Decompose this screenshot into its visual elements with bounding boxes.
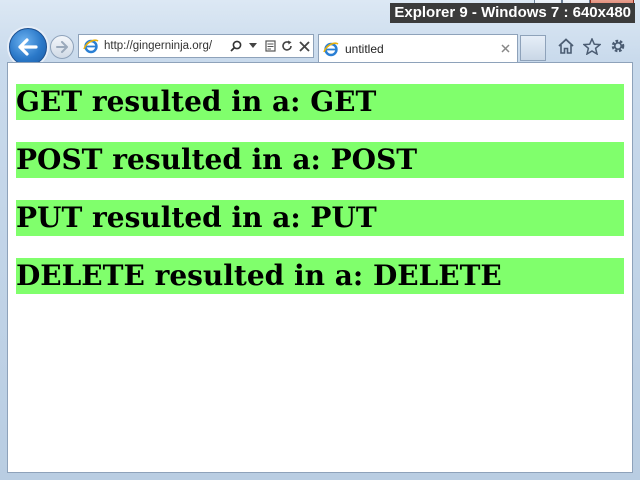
result-line-delete: DELETE resulted in a: DELETE <box>16 258 624 294</box>
address-url[interactable]: http://gingerninja.org/ <box>104 40 226 52</box>
back-button[interactable] <box>9 28 47 66</box>
tab-close-button[interactable] <box>497 41 513 57</box>
search-icon <box>230 40 242 52</box>
browser-toolbar: Explorer 9 - Windows 7 : 640x480 http://… <box>0 0 640 66</box>
address-bar[interactable]: http://gingerninja.org/ <box>78 34 314 58</box>
compatibility-view-button[interactable] <box>263 38 277 54</box>
environment-label: Explorer 9 - Windows 7 : 640x480 <box>390 3 635 23</box>
result-line-put: PUT resulted in a: PUT <box>16 200 624 236</box>
address-dropdown-button[interactable] <box>246 38 260 54</box>
page-content: GET resulted in a: GET POST resulted in … <box>7 62 633 473</box>
browser-window: Explorer 9 - Windows 7 : 640x480 http://… <box>0 0 640 480</box>
tools-button[interactable] <box>608 36 628 56</box>
refresh-icon <box>282 40 292 51</box>
refresh-button[interactable] <box>280 38 294 54</box>
result-line-post: POST resulted in a: POST <box>16 142 624 178</box>
search-button[interactable] <box>229 38 243 54</box>
address-bar-tools <box>229 38 311 54</box>
new-tab-button[interactable] <box>520 35 546 61</box>
compatibility-view-icon <box>264 40 276 52</box>
tab-untitled[interactable]: untitled <box>318 34 518 62</box>
forward-arrow-icon <box>56 41 68 53</box>
forward-button[interactable] <box>50 35 74 59</box>
back-arrow-icon <box>18 38 38 56</box>
stop-button[interactable] <box>297 38 311 54</box>
gear-icon <box>611 39 625 53</box>
stop-icon <box>298 40 310 52</box>
chevron-down-icon <box>249 43 257 48</box>
ie-logo-icon <box>83 39 99 54</box>
command-icons <box>556 36 628 56</box>
home-icon <box>558 38 574 54</box>
home-button[interactable] <box>556 36 576 56</box>
ie-logo-icon <box>323 41 339 56</box>
tab-title: untitled <box>345 41 384 56</box>
favorites-button[interactable] <box>582 36 602 56</box>
result-line-get: GET resulted in a: GET <box>16 84 624 120</box>
close-icon <box>500 44 510 53</box>
star-icon <box>583 37 601 55</box>
